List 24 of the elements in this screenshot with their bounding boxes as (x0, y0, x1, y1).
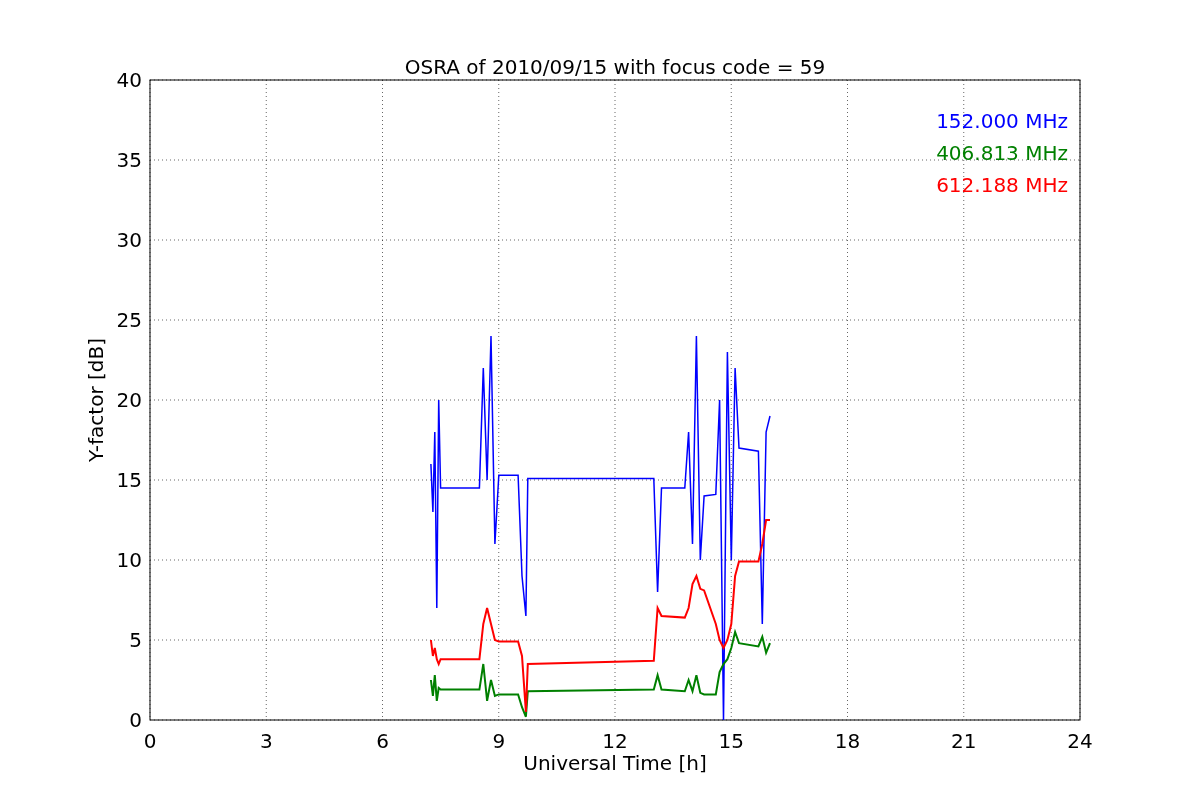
x-axis-label: Universal Time [h] (523, 751, 707, 775)
legend-label: 612.188 MHz (936, 173, 1068, 197)
y-tick-label: 40 (116, 68, 142, 92)
x-tick-label: 6 (376, 729, 389, 753)
y-tick-label: 25 (116, 308, 142, 332)
y-axis-label: Y-factor [dB] (84, 338, 108, 462)
y-tick-label: 15 (116, 468, 142, 492)
x-tick-label: 9 (492, 729, 506, 753)
y-tick-label: 20 (116, 388, 142, 412)
y-tick-label: 0 (129, 708, 142, 732)
x-tick-label: 3 (259, 729, 273, 753)
x-tick-label: 24 (1067, 729, 1093, 753)
legend-label: 152.000 MHz (936, 109, 1068, 133)
chart-title: OSRA of 2010/09/15 with focus code = 59 (404, 55, 826, 79)
y-tick-label: 10 (116, 548, 142, 572)
legend-label: 406.813 MHz (936, 141, 1068, 165)
x-tick-label: 21 (951, 729, 977, 753)
y-tick-label: 30 (116, 228, 142, 252)
x-tick-label: 18 (834, 729, 861, 753)
x-tick-label: 15 (718, 729, 744, 753)
y-tick-label: 5 (129, 628, 142, 652)
x-tick-label: 0 (143, 729, 157, 753)
y-tick-label: 35 (116, 148, 142, 172)
x-tick-label: 12 (602, 729, 628, 753)
